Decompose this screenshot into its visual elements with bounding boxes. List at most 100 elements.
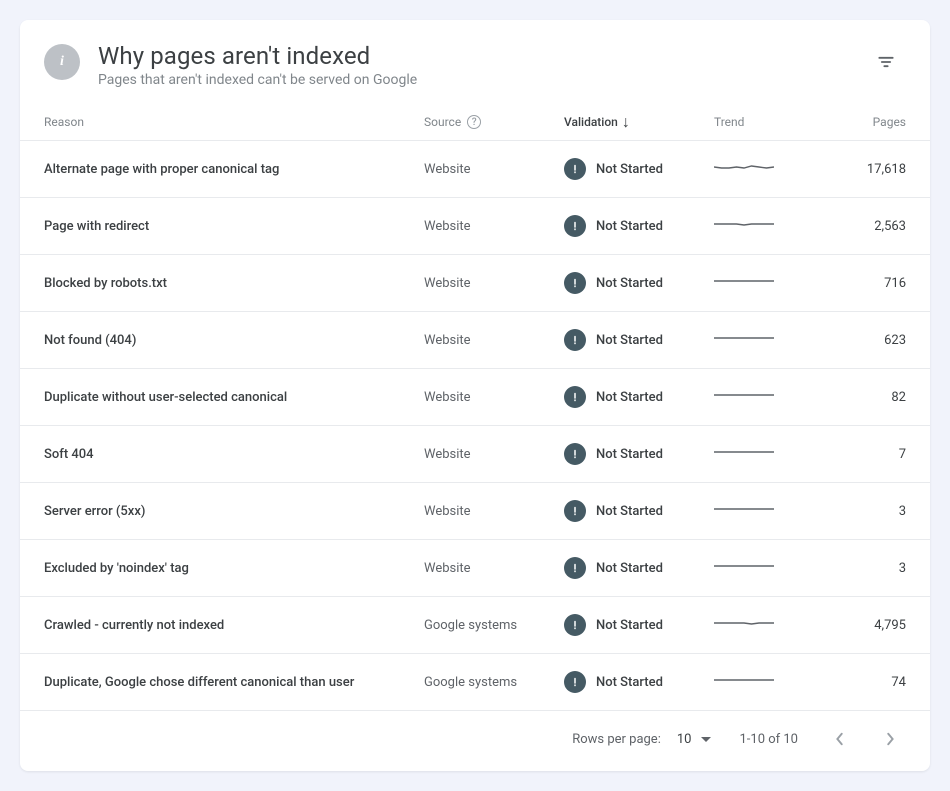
cell-validation: Not Started (564, 557, 714, 579)
cell-source: Website (424, 276, 564, 291)
cell-trend (714, 328, 810, 352)
cell-reason: Crawled - currently not indexed (44, 618, 424, 633)
cell-source: Google systems (424, 675, 564, 690)
cell-trend (714, 214, 810, 238)
chevron-left-icon (835, 732, 845, 746)
cell-pages: 2,563 (810, 219, 906, 234)
trend-sparkline (714, 328, 774, 348)
cell-reason: Not found (404) (44, 333, 424, 348)
table-row[interactable]: Page with redirectWebsiteNot Started2,56… (20, 198, 930, 255)
trend-sparkline (714, 214, 774, 234)
table-row[interactable]: Duplicate, Google chose different canoni… (20, 654, 930, 711)
card-header: i Why pages aren't indexed Pages that ar… (20, 20, 930, 100)
card-title: Why pages aren't indexed (98, 42, 866, 70)
cell-reason: Duplicate without user-selected canonica… (44, 390, 424, 405)
exclamation-icon (564, 614, 586, 636)
cell-validation: Not Started (564, 443, 714, 465)
cell-validation: Not Started (564, 215, 714, 237)
cell-validation: Not Started (564, 386, 714, 408)
indexing-issues-card: i Why pages aren't indexed Pages that ar… (20, 20, 930, 771)
table-row[interactable]: Server error (5xx)WebsiteNot Started3 (20, 483, 930, 540)
exclamation-icon (564, 329, 586, 351)
table-row[interactable]: Alternate page with proper canonical tag… (20, 141, 930, 198)
column-header-validation-label: Validation (564, 115, 618, 129)
cell-trend (714, 556, 810, 580)
column-header-source-label: Source (424, 115, 461, 129)
table-row[interactable]: Blocked by robots.txtWebsiteNot Started7… (20, 255, 930, 312)
card-subtitle: Pages that aren't indexed can't be serve… (98, 72, 866, 88)
rows-per-page-label: Rows per page: (572, 732, 661, 747)
prev-page-button[interactable] (824, 723, 856, 755)
cell-source: Google systems (424, 618, 564, 633)
cell-validation: Not Started (564, 500, 714, 522)
cell-pages: 17,618 (810, 162, 906, 177)
table-row[interactable]: Soft 404Website Not Started 7 (20, 426, 930, 483)
filter-icon (876, 52, 896, 72)
cell-validation: Not Started (564, 614, 714, 636)
cell-pages: 716 (810, 276, 906, 291)
exclamation-icon (564, 158, 586, 180)
cell-validation: Not Started (564, 329, 714, 351)
cell-reason: Soft 404 (44, 447, 424, 462)
trend-sparkline (714, 613, 774, 633)
column-header-reason[interactable]: Reason (44, 115, 424, 129)
validation-label: Not Started (596, 561, 663, 576)
trend-sparkline (714, 670, 774, 690)
table-header-row: Reason Source ? Validation ↓ Trend Pages (20, 100, 930, 141)
cell-source: Website (424, 390, 564, 405)
chevron-right-icon (885, 732, 895, 746)
cell-source: Website (424, 447, 564, 462)
cell-reason: Alternate page with proper canonical tag (44, 162, 424, 177)
rows-per-page: Rows per page: 10 (572, 728, 713, 751)
exclamation-icon (564, 272, 586, 294)
exclamation-icon (564, 557, 586, 579)
cell-source: Website (424, 219, 564, 234)
cell-trend (714, 442, 810, 466)
cell-pages: 3 (810, 561, 906, 576)
validation-label: Not Started (596, 219, 663, 234)
cell-pages: 4,795 (810, 618, 906, 633)
exclamation-icon (564, 386, 586, 408)
cell-trend (714, 385, 810, 409)
validation-label: Not Started (596, 333, 663, 348)
validation-label: Not Started (596, 618, 663, 633)
title-block: Why pages aren't indexed Pages that aren… (98, 42, 866, 88)
table-body: Alternate page with proper canonical tag… (20, 141, 930, 711)
sort-arrow-down-icon: ↓ (622, 114, 630, 130)
table-row[interactable]: Not found (404)WebsiteNot Started623 (20, 312, 930, 369)
column-header-source[interactable]: Source ? (424, 115, 564, 129)
next-page-button[interactable] (874, 723, 906, 755)
cell-source: Website (424, 333, 564, 348)
table-row[interactable]: Duplicate without user-selected canonica… (20, 369, 930, 426)
cell-source: Website (424, 162, 564, 177)
trend-sparkline (714, 271, 774, 291)
cell-source: Website (424, 504, 564, 519)
cell-validation: Not Started (564, 158, 714, 180)
exclamation-icon (564, 215, 586, 237)
exclamation-icon (564, 671, 586, 693)
validation-label: Not Started (596, 447, 663, 462)
cell-pages: 7 (810, 447, 906, 462)
table-footer: Rows per page: 10 1-10 of 10 (20, 711, 930, 771)
cell-pages: 82 (810, 390, 906, 405)
column-header-pages[interactable]: Pages (810, 115, 906, 129)
trend-sparkline (714, 556, 774, 576)
pagination-range: 1-10 of 10 (739, 732, 798, 747)
filter-button[interactable] (866, 42, 906, 82)
cell-reason: Server error (5xx) (44, 504, 424, 519)
cell-pages: 74 (810, 675, 906, 690)
cell-validation: Not Started (564, 671, 714, 693)
trend-sparkline (714, 385, 774, 405)
table-row[interactable]: Crawled - currently not indexedGoogle sy… (20, 597, 930, 654)
column-header-validation[interactable]: Validation ↓ (564, 114, 714, 130)
pagination-nav (824, 723, 906, 755)
cell-reason: Excluded by 'noindex' tag (44, 561, 424, 576)
help-icon[interactable]: ? (467, 115, 481, 129)
cell-trend (714, 670, 810, 694)
column-header-trend[interactable]: Trend (714, 115, 810, 129)
validation-label: Not Started (596, 162, 663, 177)
exclamation-icon (564, 500, 586, 522)
rows-per-page-select[interactable]: 10 (675, 728, 714, 751)
rows-per-page-value: 10 (677, 732, 692, 747)
table-row[interactable]: Excluded by 'noindex' tagWebsiteNot Star… (20, 540, 930, 597)
